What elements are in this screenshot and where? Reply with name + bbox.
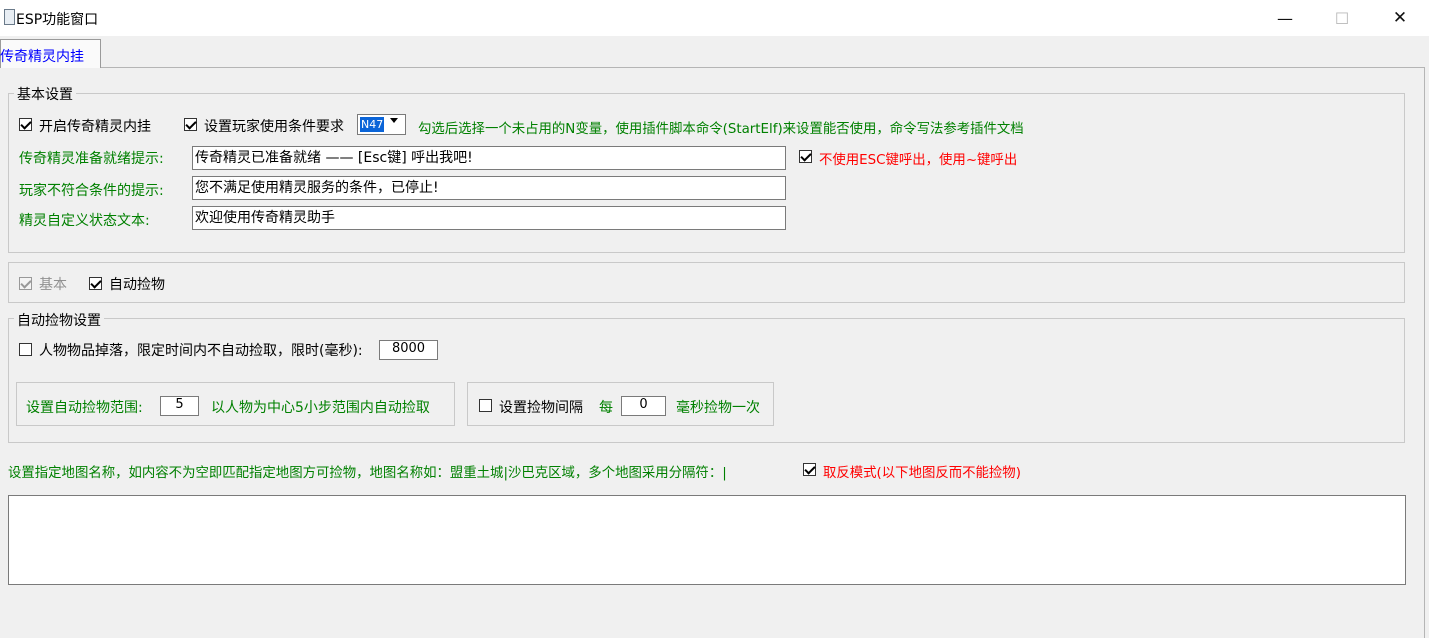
map-filter-label: 设置指定地图名称，如内容不为空即匹配指定地图方可捡物，地图名称如：盟重土城|沙巴… [8,466,727,481]
feature-toggles-group [8,262,1405,303]
pickup-interval-suffix: 毫秒捡物一次 [676,400,760,416]
not-qualified-label: 玩家不符合条件的提示: [19,183,164,199]
ready-prompt-input[interactable]: 传奇精灵已准备就绪 —— [Esc键] 呼出我吧! [192,146,786,170]
chevron-down-icon[interactable] [390,118,398,123]
pickup-range-input[interactable]: 5 [160,396,199,416]
pickup-interval-label[interactable]: 设置捡物间隔 [499,397,583,417]
no-esc-checkbox[interactable] [799,150,812,163]
condition-checkbox[interactable] [184,118,197,131]
pickup-range-label: 设置自动捡物范围: [26,400,143,416]
custom-status-label: 精灵自定义状态文本: [19,213,150,229]
condition-label[interactable]: 设置玩家使用条件要求 [204,116,344,136]
enable-elf-checkbox[interactable] [19,118,32,131]
variable-select-value: N47 [360,117,385,132]
condition-hint: 勾选后选择一个未占用的N变量，使用插件脚本命令(StartElf)来设置能否使用… [418,122,1024,137]
maximize-button[interactable]: ☐ [1319,0,1365,36]
auto-pickup-label[interactable]: 自动捡物 [109,274,165,294]
app-icon [4,9,15,25]
drop-limit-checkbox[interactable] [19,343,32,356]
ready-prompt-label: 传奇精灵准备就绪提示: [19,151,164,167]
basic-checkbox[interactable] [19,277,32,290]
drop-limit-input[interactable]: 8000 [379,340,438,360]
map-names-textarea[interactable] [8,495,1406,585]
auto-pickup-checkbox[interactable] [89,277,102,290]
drop-limit-label[interactable]: 人物物品掉落，限定时间内不自动捡取，限时(毫秒): [39,340,363,360]
enable-elf-label[interactable]: 开启传奇精灵内挂 [39,116,151,136]
no-esc-label[interactable]: 不使用ESC键呼出，使用~键呼出 [819,148,1017,168]
basic-label[interactable]: 基本 [39,274,67,294]
close-button[interactable]: ✕ [1377,0,1423,36]
pickup-range-hint: 以人物为中心5小步范围内自动捡取 [211,400,430,416]
custom-status-input[interactable]: 欢迎使用传奇精灵助手 [192,206,786,230]
window-title: ESP功能窗口 [16,12,99,28]
invert-mode-checkbox[interactable] [803,463,816,476]
tab-label: 传奇精灵内挂 [0,49,84,65]
pickup-interval-input[interactable]: 0 [621,396,666,416]
title-bar[interactable] [0,0,1429,36]
minimize-button[interactable]: — [1262,0,1308,36]
not-qualified-input[interactable]: 您不满足使用精灵服务的条件，已停止! [192,176,786,200]
pickup-interval-checkbox[interactable] [479,399,492,412]
pickup-interval-prefix: 每 [599,400,613,416]
basic-settings-legend: 基本设置 [14,84,76,104]
invert-mode-label[interactable]: 取反模式(以下地图反而不能捡物) [823,461,1021,481]
auto-pickup-settings-legend: 自动捡物设置 [14,310,104,330]
